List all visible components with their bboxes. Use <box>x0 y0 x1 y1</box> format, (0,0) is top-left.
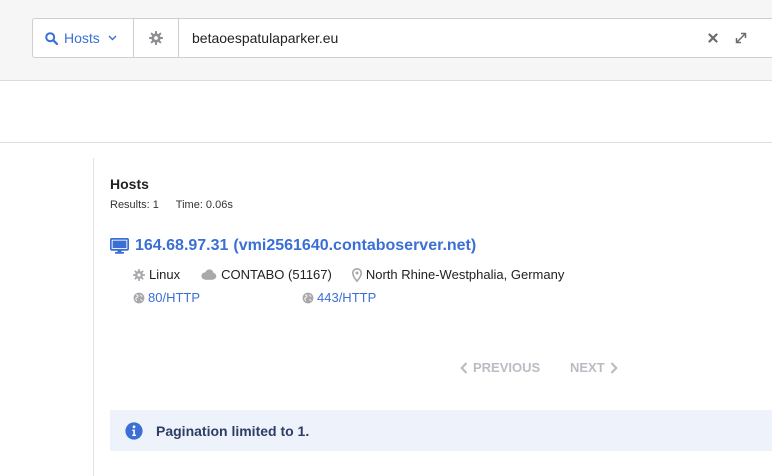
results-time: Time: 0.06s <box>175 199 233 211</box>
previous-label: PREVIOUS <box>473 360 541 375</box>
next-label: NEXT <box>570 360 605 375</box>
host-ip: 164.68.97.31 <box>135 237 229 254</box>
chevron-down-icon <box>108 35 117 41</box>
host-info: Linux CONTABO (51167) North Rhine-Westph… <box>133 267 584 282</box>
expand-icon <box>735 32 747 44</box>
host-os-label: Linux <box>149 267 181 282</box>
sidebar-divider <box>93 158 94 476</box>
results-title: Hosts <box>110 176 149 192</box>
next-page-button[interactable]: NEXT <box>570 360 623 375</box>
port-link-https[interactable]: 443/HTTP <box>302 290 376 305</box>
host-asn: CONTABO (51167) <box>200 267 332 282</box>
top-search-bar: Hosts <box>0 0 772 81</box>
clear-search-button[interactable] <box>702 27 724 49</box>
settings-button[interactable] <box>134 19 179 57</box>
search-type-label: Hosts <box>64 30 100 46</box>
gear-icon <box>149 31 163 45</box>
chevron-left-icon <box>460 361 468 374</box>
expand-button[interactable] <box>730 27 752 49</box>
port-label-https: 443/HTTP <box>317 290 377 305</box>
previous-page-button[interactable]: PREVIOUS <box>455 360 540 375</box>
results-count: Results: 1 <box>110 199 159 211</box>
host-location-label: North Rhine-Westphalia, Germany <box>365 267 565 282</box>
gear-icon <box>133 268 145 281</box>
host-link[interactable]: 164.68.97.31 (vmi2561640.contaboserver.n… <box>110 237 476 255</box>
map-pin-icon <box>351 267 362 282</box>
chevron-right-icon <box>610 361 618 374</box>
close-icon <box>708 33 718 43</box>
port-label-http: 80/HTTP <box>148 290 201 305</box>
monitor-icon <box>110 238 129 254</box>
search-icon <box>45 31 58 45</box>
pagination-notice: Pagination limited to 1. <box>110 410 772 451</box>
search-group: Hosts <box>32 18 772 58</box>
cloud-icon <box>201 269 217 280</box>
info-icon <box>125 421 143 440</box>
host-location: North Rhine-Westphalia, Germany <box>351 267 565 282</box>
host-hostname: (vmi2561640.contaboserver.net) <box>233 237 477 254</box>
notice-text: Pagination limited to 1. <box>156 422 310 439</box>
host-os: Linux <box>133 267 180 282</box>
search-type-dropdown[interactable]: Hosts <box>33 19 134 57</box>
host-asn-label: CONTABO (51167) <box>221 267 332 282</box>
globe-icon <box>302 292 314 303</box>
globe-icon <box>133 292 145 303</box>
port-link-http[interactable]: 80/HTTP <box>133 290 200 305</box>
search-input[interactable] <box>179 19 702 57</box>
secondary-band <box>0 81 772 143</box>
results-meta: Results: 1 Time: 0.06s <box>110 199 247 211</box>
